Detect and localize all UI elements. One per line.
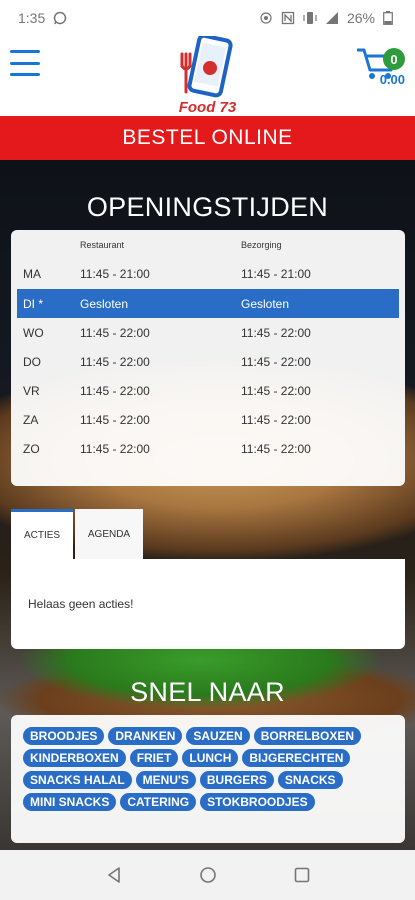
quick-link-kinderboxen[interactable]: KINDERBOXEN (23, 749, 126, 767)
row-bezorging: Gesloten (241, 296, 290, 311)
system-nav-bar (0, 850, 415, 900)
cart-total-area: 0.00 (355, 72, 405, 118)
tab-panel-acties: Helaas geen acties! (11, 559, 405, 649)
quick-link-catering[interactable]: CATERING (120, 793, 197, 811)
quick-link-burgers[interactable]: BURGERS (199, 771, 274, 789)
row-bezorging: 11:45 - 21:00 (241, 266, 311, 281)
quick-links-list: BROODJES DRANKEN SAUZEN BORRELBOXEN KIND… (23, 727, 395, 811)
row-restaurant: 11:45 - 21:00 (80, 266, 150, 281)
no-actions-message: Helaas geen acties! (28, 597, 134, 611)
bestel-online-button[interactable]: BESTEL ONLINE (0, 116, 415, 160)
quick-links-title: SNEL NAAR (130, 677, 285, 707)
menu-icon[interactable] (10, 50, 40, 76)
status-bar: 1:35 26% (0, 0, 415, 36)
home-icon[interactable] (196, 863, 220, 887)
table-row: DO 11:45 - 22:00 11:45 - 22:00 (17, 347, 399, 376)
table-row: ZA 11:45 - 22:00 11:45 - 22:00 (17, 405, 399, 434)
row-day: MA (23, 266, 41, 281)
row-restaurant: 11:45 - 22:00 (80, 325, 150, 340)
tab-acties[interactable]: ACTIES (11, 509, 73, 559)
cart-total: 0.00 (379, 72, 405, 87)
recents-icon[interactable] (290, 863, 314, 887)
row-restaurant: 11:45 - 22:00 (80, 383, 150, 398)
table-row-today: DI * Gesloten Gesloten (17, 289, 399, 318)
col-restaurant: Restaurant (80, 240, 125, 250)
quick-link-broodjes[interactable]: BROODJES (23, 727, 105, 745)
quick-link-bijgerechten[interactable]: BIJGERECHTEN (242, 749, 351, 767)
row-bezorging: 11:45 - 22:00 (241, 383, 311, 398)
row-day: ZO (23, 441, 40, 456)
hotspot-icon (259, 11, 273, 25)
cart-count-badge: 0 (383, 48, 405, 70)
quick-link-dranken[interactable]: DRANKEN (108, 727, 183, 745)
row-day: DI * (23, 296, 44, 311)
table-row: ZO 11:45 - 22:00 11:45 - 22:00 (17, 434, 399, 463)
row-restaurant: Gesloten (80, 296, 129, 311)
signal-icon (325, 11, 339, 25)
quick-link-snacks-halal[interactable]: SNACKS HALAL (23, 771, 132, 789)
row-day: ZA (23, 412, 39, 427)
row-bezorging: 11:45 - 22:00 (241, 441, 311, 456)
quick-link-menus[interactable]: MENU'S (135, 771, 196, 789)
quick-link-snacks[interactable]: SNACKS (277, 771, 343, 789)
phone-logo-icon (180, 33, 233, 98)
row-restaurant: 11:45 - 22:00 (80, 412, 150, 427)
row-day: WO (23, 325, 44, 340)
quick-link-mini-snacks[interactable]: MINI SNACKS (23, 793, 117, 811)
opening-hours-title: OPENINGSTIJDEN (86, 192, 329, 222)
whatsapp-icon (53, 11, 67, 25)
quick-link-lunch[interactable]: LUNCH (182, 749, 239, 767)
row-day: VR (23, 383, 40, 398)
battery-percent: 26% (346, 10, 375, 26)
back-icon[interactable] (102, 863, 126, 887)
row-restaurant: 11:45 - 22:00 (80, 441, 150, 456)
table-row: WO 11:45 - 22:00 11:45 - 22:00 (17, 318, 399, 347)
app-header: Food 73 0 0.00 (0, 33, 415, 118)
quick-link-friet[interactable]: FRIET (129, 749, 179, 767)
logo-text: Food 73 (178, 99, 237, 116)
quick-link-sauzen[interactable]: SAUZEN (186, 727, 250, 745)
battery-icon (383, 11, 397, 25)
quick-link-stokbroodjes[interactable]: STOKBROODJES (200, 793, 315, 811)
status-time: 1:35 (18, 10, 46, 26)
row-restaurant: 11:45 - 22:00 (80, 354, 150, 369)
tab-agenda[interactable]: AGENDA (75, 509, 143, 559)
table-row: VR 11:45 - 22:00 11:45 - 22:00 (17, 376, 399, 405)
quick-link-borrelboxen[interactable]: BORRELBOXEN (253, 727, 362, 745)
row-bezorging: 11:45 - 22:00 (241, 325, 311, 340)
col-bezorging: Bezorging (241, 240, 282, 250)
app-logo[interactable]: Food 73 (170, 33, 245, 116)
row-day: DO (23, 354, 41, 369)
quick-links-panel: BROODJES DRANKEN SAUZEN BORRELBOXEN KIND… (11, 715, 405, 843)
tab-bar: ACTIES AGENDA (11, 509, 405, 559)
row-bezorging: 11:45 - 22:00 (241, 412, 311, 427)
vibrate-icon (303, 11, 317, 25)
row-bezorging: 11:45 - 22:00 (241, 354, 311, 369)
opening-hours-table: Restaurant Bezorging MA 11:45 - 21:00 11… (11, 230, 405, 486)
nfc-icon (281, 11, 295, 25)
table-row: MA 11:45 - 21:00 11:45 - 21:00 (17, 259, 399, 288)
